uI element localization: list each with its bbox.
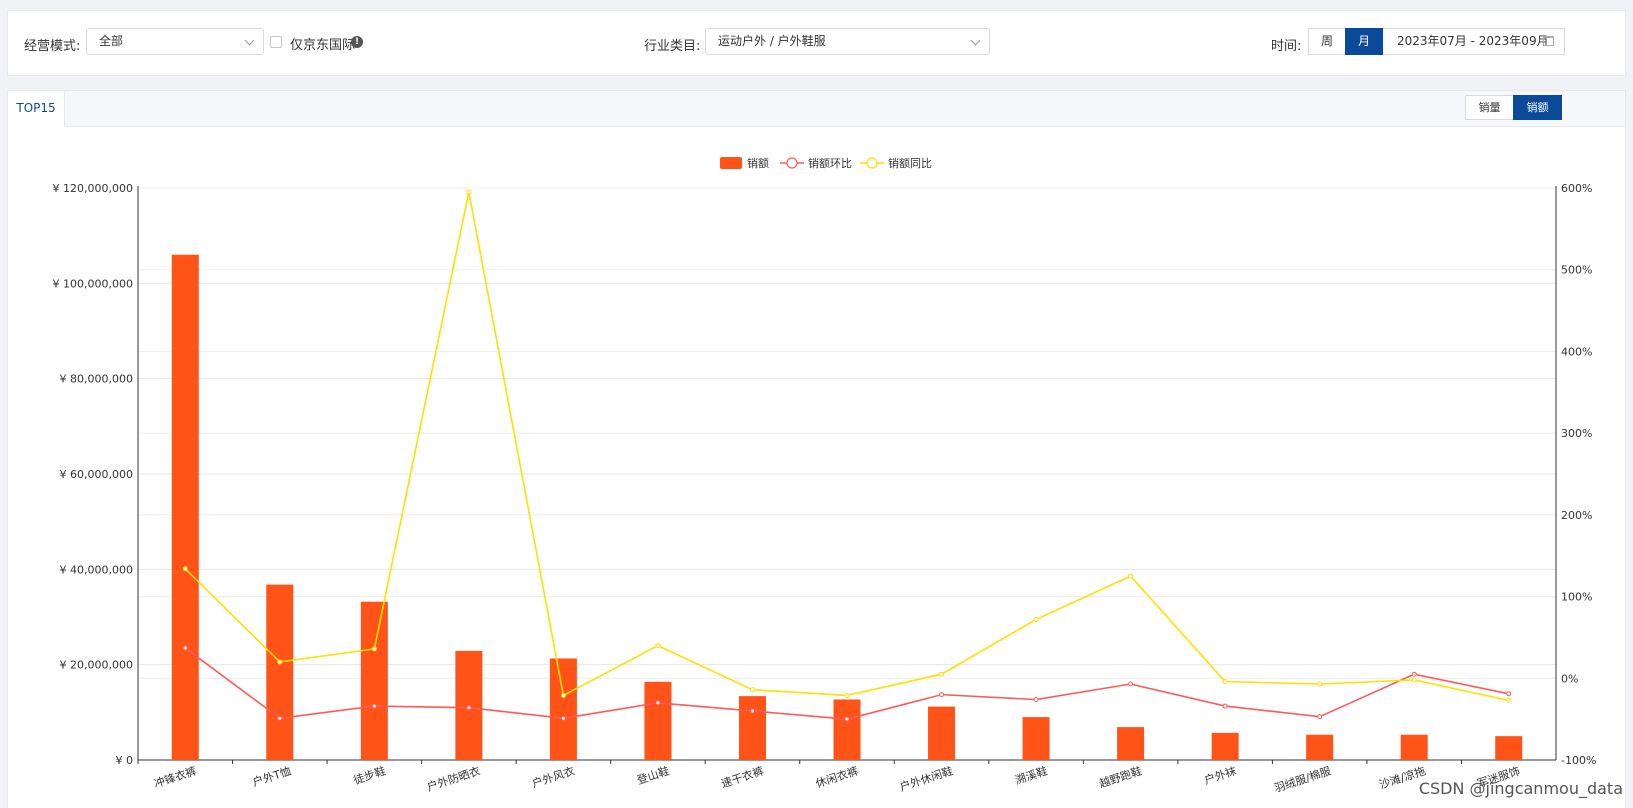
bar [1022, 717, 1050, 760]
right-axis-tick-label: 300% [1561, 427, 1592, 440]
bar [928, 706, 956, 760]
x-tick-label: 登山鞋 [635, 764, 671, 788]
left-axis-tick-label: ¥ 60,000,000 [60, 468, 133, 481]
left-axis-tick-label: ¥ 40,000,000 [60, 563, 133, 576]
x-tick-label: 速干衣裤 [719, 764, 765, 791]
bar [549, 658, 577, 760]
right-axis-tick-label: 500% [1561, 264, 1592, 277]
bar [171, 254, 199, 760]
yoy-point [1222, 679, 1228, 685]
mom-point [371, 703, 377, 709]
yoy-point [277, 659, 283, 665]
x-tick-label: 徒步鞋 [352, 764, 388, 788]
x-tick-label: 冲锋衣裤 [152, 764, 198, 791]
mom-point [655, 700, 661, 706]
right-axis-tick-label: 0% [1561, 672, 1578, 685]
bar [1306, 734, 1334, 760]
mom-point [182, 645, 188, 651]
mom-point [1411, 671, 1417, 677]
left-axis-tick-label: ¥ 80,000,000 [60, 373, 133, 386]
right-axis-tick-label: 200% [1561, 509, 1592, 522]
bar [266, 584, 294, 760]
mom-point [844, 716, 850, 722]
x-tick-label: 越野跑鞋 [1097, 764, 1143, 791]
legend-label: 销额 [747, 156, 769, 170]
right-axis-tick-label: 100% [1561, 591, 1592, 604]
x-tick-label: 羽绒服/棉服 [1272, 764, 1332, 795]
x-tick-label: 户外防晒衣 [425, 764, 482, 794]
mom-point [466, 705, 472, 711]
legend-swatch-point [866, 157, 878, 169]
bar [1495, 736, 1523, 760]
mom-point [277, 715, 283, 721]
mom-point [1506, 691, 1512, 697]
bar [1211, 732, 1239, 760]
legend-swatch-point [786, 157, 798, 169]
x-tick-label: 溯溪鞋 [1013, 764, 1049, 788]
yoy-point [466, 189, 472, 195]
x-tick-label: 休闲衣裤 [814, 764, 860, 791]
bar [1117, 727, 1145, 760]
yoy-point [655, 643, 661, 649]
mom-point [560, 715, 566, 721]
bar [360, 601, 388, 760]
yoy-point [939, 671, 945, 677]
mom-point [749, 708, 755, 714]
legend-label: 销额同比 [888, 156, 932, 170]
watermark: CSDN @jingcanmou_data [1418, 779, 1623, 798]
yoy-point [1411, 677, 1417, 683]
yoy-point [1128, 573, 1134, 579]
right-axis-tick-label: 600% [1561, 182, 1592, 195]
yoy-point [1317, 681, 1323, 687]
left-axis-tick-label: ¥ 20,000,000 [60, 659, 133, 672]
mom-point [939, 692, 945, 698]
right-axis-tick-label: -100% [1561, 754, 1596, 767]
x-tick-label: 户外休闲鞋 [898, 764, 955, 794]
legend-label: 销额环比 [808, 156, 852, 170]
x-tick-label: 户外T恤 [251, 764, 293, 790]
left-axis-tick-label: ¥ 0 [116, 754, 134, 767]
yoy-point [1506, 697, 1512, 703]
chart-svg: ¥ 0 ¥ 20,000,000 ¥ 40,000,000 ¥ 60,000,000 ¥… [53, 156, 1597, 795]
left-axis-tick-label: ¥ 120,000,000 [53, 182, 133, 195]
yoy-point [371, 646, 377, 652]
mom-point [1317, 714, 1323, 720]
mom-point [1033, 697, 1039, 703]
yoy-point [560, 692, 566, 698]
right-axis-tick-label: 400% [1561, 345, 1592, 358]
bar [644, 681, 672, 760]
yoy-point [844, 692, 850, 698]
yoy-point [749, 687, 755, 693]
bar [833, 699, 861, 760]
yoy-point [1033, 616, 1039, 622]
yoy-point [182, 566, 188, 572]
x-tick-label: 户外风衣 [530, 764, 576, 791]
bar [738, 696, 766, 760]
legend-swatch-bar [720, 157, 742, 169]
left-axis-tick-label: ¥ 100,000,000 [53, 277, 133, 290]
mom-point [1222, 703, 1228, 709]
bar [1400, 734, 1428, 760]
mom-point [1128, 681, 1134, 687]
x-tick-label: 户外袜 [1202, 764, 1238, 788]
